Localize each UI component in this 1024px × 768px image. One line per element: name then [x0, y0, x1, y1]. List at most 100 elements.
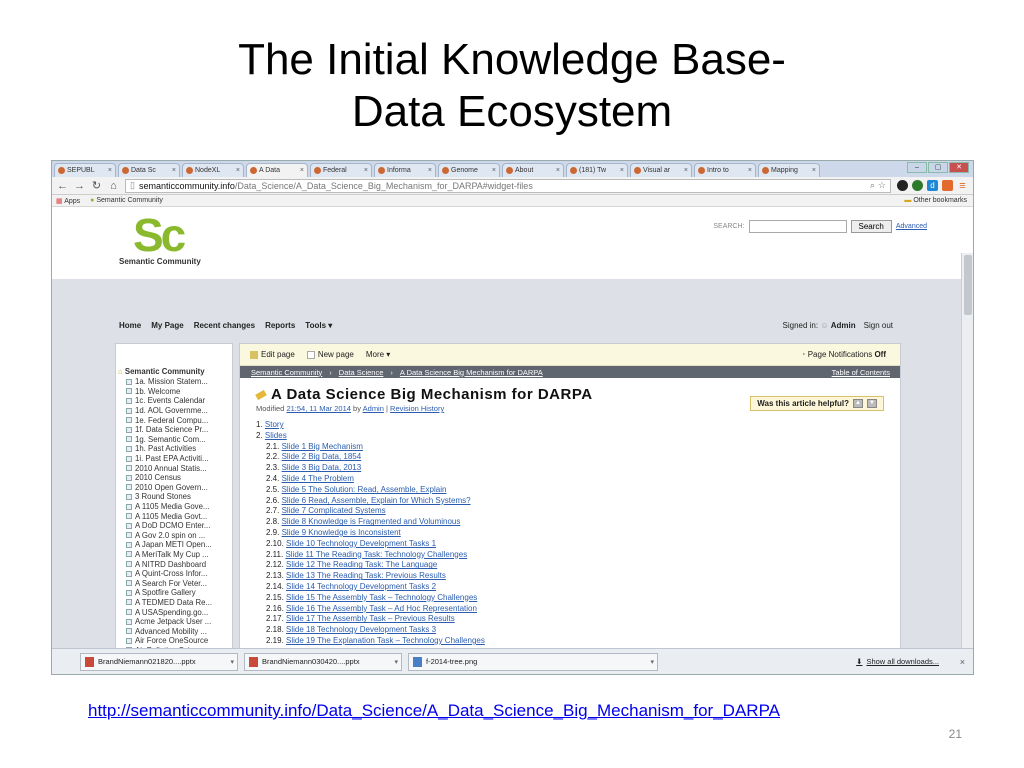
site-logo[interactable]: Sc Semantic Community: [119, 212, 229, 266]
table-of-contents-link[interactable]: Table of Contents: [832, 368, 890, 377]
tab-close-icon[interactable]: ×: [556, 167, 560, 174]
star-icon[interactable]: ☆: [878, 180, 886, 191]
window-close-button[interactable]: ✕: [949, 162, 969, 173]
sidebar-item[interactable]: 2010 Open Govern...: [116, 483, 232, 493]
chevron-down-icon[interactable]: ▾: [650, 658, 654, 666]
footer-url-link[interactable]: http://semanticcommunity.info/Data_Scien…: [88, 701, 780, 721]
sidebar-item[interactable]: Air Force OneSource: [116, 636, 232, 646]
show-all-downloads-link[interactable]: ⬇ Show all downloads...: [856, 657, 939, 666]
sidebar-item[interactable]: A NITRD Dashboard: [116, 559, 232, 569]
sidebar-item[interactable]: A 1105 Media Govt...: [116, 511, 232, 521]
sidebar-item[interactable]: 1i. Past EPA Activiti...: [116, 454, 232, 464]
nav-item-5[interactable]: Tools ▾: [305, 321, 332, 330]
breadcrumb-item-1[interactable]: Semantic Community: [251, 368, 322, 377]
toc-link[interactable]: Slide 18 Technology Development Tasks 3: [286, 625, 436, 634]
tab-1[interactable]: SEPUBL ×: [54, 163, 116, 177]
page-notifications-toggle[interactable]: ◔ Page Notifications Off: [801, 350, 886, 359]
tab-close-icon[interactable]: ×: [428, 167, 432, 174]
sidebar-item[interactable]: A Gov 2.0 spin on ...: [116, 531, 232, 541]
toc-link[interactable]: Slide 6 Read, Assemble, Explain for Whic…: [282, 496, 471, 505]
sidebar-item[interactable]: 1g. Semantic Com...: [116, 435, 232, 445]
toc-link[interactable]: Slide 12 The Reading Task: The Language: [286, 560, 437, 569]
more-menu[interactable]: More ▾: [366, 350, 390, 359]
download-item[interactable]: BrandNiemann030420....pptx ▾: [244, 652, 402, 671]
sidebar-head[interactable]: ⌂ Semantic Community: [116, 344, 232, 377]
chevron-down-icon[interactable]: ▾: [230, 658, 234, 666]
tab-7[interactable]: Genome ×: [438, 163, 500, 177]
tab-close-icon[interactable]: ×: [236, 167, 240, 174]
url-input[interactable]: ▯ semanticcommunity.info/Data_Science/A_…: [125, 178, 891, 193]
search-input[interactable]: [748, 220, 847, 233]
tab-close-icon[interactable]: ×: [364, 167, 368, 174]
toc-link[interactable]: Slide 16 The Assembly Task – Ad Hoc Repr…: [286, 604, 477, 613]
toc-link[interactable]: Slide 19 The Explanation Task – Technolo…: [286, 636, 485, 645]
tab-11[interactable]: Intro to ×: [694, 163, 756, 177]
tab-close-icon[interactable]: ×: [748, 167, 752, 174]
author-link[interactable]: Admin: [363, 404, 384, 413]
sidebar-item[interactable]: 2010 Annual Statis...: [116, 463, 232, 473]
extension-icon-green[interactable]: [912, 180, 923, 191]
tab-close-icon[interactable]: ×: [812, 167, 816, 174]
page-scrollbar[interactable]: [961, 253, 973, 674]
toc-link[interactable]: Slide 11 The Reading Task: Technology Ch…: [285, 550, 467, 559]
user-name[interactable]: Admin: [831, 321, 856, 330]
tab-close-icon[interactable]: ×: [492, 167, 496, 174]
sidebar-item[interactable]: 1f. Data Science Pr...: [116, 425, 232, 435]
toc-link[interactable]: Slide 13 The Reading Task: Previous Resu…: [286, 571, 446, 580]
sign-out-link[interactable]: Sign out: [864, 321, 893, 330]
scrollbar-thumb[interactable]: [964, 255, 972, 315]
home-icon[interactable]: ⌂: [108, 180, 119, 192]
toc-link[interactable]: Slide 4 The Problem: [282, 474, 354, 483]
tab-close-icon[interactable]: ×: [108, 167, 112, 174]
toc-link[interactable]: Story: [265, 420, 284, 429]
tab-3[interactable]: NodeXL ×: [182, 163, 244, 177]
thumbs-down-icon[interactable]: ▼: [867, 399, 877, 408]
sidebar-item[interactable]: 1c. Events Calendar: [116, 396, 232, 406]
zoom-icon[interactable]: ⌕: [870, 180, 875, 191]
tab-close-icon[interactable]: ×: [300, 167, 304, 174]
sidebar-item[interactable]: A USASpending.go...: [116, 607, 232, 617]
sidebar-item[interactable]: 2010 Census: [116, 473, 232, 483]
extension-icon-d[interactable]: d: [927, 180, 938, 191]
toc-link[interactable]: Slide 7 Complicated Systems: [282, 506, 386, 515]
sidebar-item[interactable]: A 1105 Media Gove...: [116, 502, 232, 512]
nav-item-4[interactable]: Reports: [265, 321, 295, 330]
breadcrumb-item-2[interactable]: Data Science: [339, 368, 384, 377]
menu-icon[interactable]: ≡: [957, 180, 968, 192]
close-icon[interactable]: ×: [960, 657, 965, 667]
maximize-button[interactable]: ▢: [928, 162, 948, 173]
bookmark-apps[interactable]: ▦ Apps: [56, 197, 80, 205]
extension-icon-orange[interactable]: [942, 180, 953, 191]
sidebar-item[interactable]: A Quint-Cross Infor...: [116, 569, 232, 579]
toc-link[interactable]: Slide 9 Knowledge is Inconsistent: [282, 528, 401, 537]
sidebar-item[interactable]: 1e. Federal Compu...: [116, 415, 232, 425]
tab-4[interactable]: A Data ×: [246, 163, 308, 177]
toc-link[interactable]: Slide 14 Technology Development Tasks 2: [286, 582, 436, 591]
toc-link[interactable]: Slides: [265, 431, 287, 440]
toc-link[interactable]: Slide 5 The Solution: Read, Assemble, Ex…: [282, 485, 447, 494]
modified-time-link[interactable]: 21:54, 11 Mar 2014: [286, 404, 351, 413]
revision-history-link[interactable]: Revision History: [390, 404, 444, 413]
breadcrumb-item-3[interactable]: A Data Science Big Mechanism for DARPA: [400, 368, 543, 377]
search-button[interactable]: Search: [850, 220, 892, 233]
toc-link[interactable]: Slide 2 Big Data, 1854: [282, 452, 362, 461]
tab-close-icon[interactable]: ×: [684, 167, 688, 174]
back-icon[interactable]: ←: [57, 180, 68, 192]
toc-link[interactable]: Slide 8 Knowledge is Fragmented and Volu…: [282, 517, 461, 526]
nav-item-1[interactable]: Home: [119, 321, 141, 330]
tab-close-icon[interactable]: ×: [620, 167, 624, 174]
minimize-button[interactable]: –: [907, 162, 927, 173]
tab-12[interactable]: Mapping ×: [758, 163, 820, 177]
nav-item-2[interactable]: My Page: [151, 321, 183, 330]
sidebar-item[interactable]: A TEDMED Data Re...: [116, 598, 232, 608]
download-item[interactable]: f-2014-tree.png ▾: [408, 652, 658, 671]
tab-close-icon[interactable]: ×: [172, 167, 176, 174]
tab-2[interactable]: Data Sc ×: [118, 163, 180, 177]
edit-page-button[interactable]: Edit page: [250, 350, 295, 359]
tab-6[interactable]: Informa ×: [374, 163, 436, 177]
sidebar-item[interactable]: 1d. AOL Governme...: [116, 406, 232, 416]
tab-9[interactable]: (181) Tw ×: [566, 163, 628, 177]
sidebar-item[interactable]: Advanced Mobility ...: [116, 626, 232, 636]
chevron-down-icon[interactable]: ▾: [394, 658, 398, 666]
sidebar-item[interactable]: Acme Jetpack User ...: [116, 617, 232, 627]
